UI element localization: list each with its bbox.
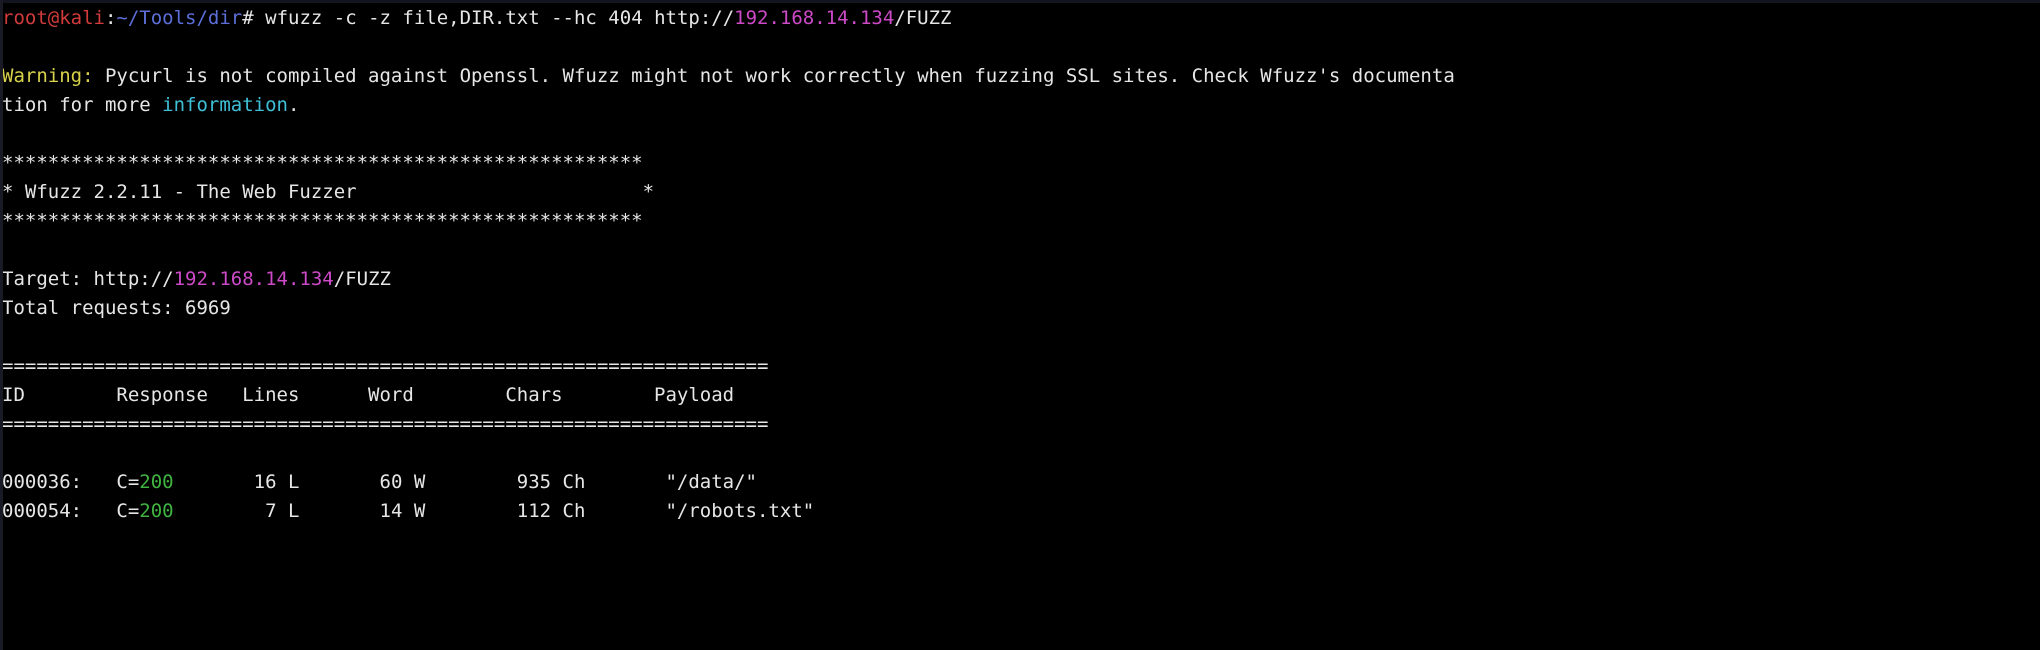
command-ip-address: 192.168.14.134 <box>734 7 895 29</box>
row-id-response-prefix: 000036: C= <box>2 471 140 493</box>
target-line: Target: http://192.168.14.134/FUZZ <box>2 265 2040 294</box>
row-response-code: 200 <box>139 471 174 493</box>
banner-rule-bottom: ****************************************… <box>2 210 643 232</box>
target-ip-address: 192.168.14.134 <box>173 268 334 290</box>
total-requests-label: Total requests: <box>2 297 186 319</box>
window-top-edge <box>0 0 2040 3</box>
command-text-pre-ip: wfuzz -c -z file,DIR.txt --hc 404 http:/… <box>265 7 735 29</box>
warning-label: Warning: <box>2 65 94 87</box>
row-metrics-payload: 16 L 60 W 935 Ch "/data/" <box>173 471 757 493</box>
prompt-user-host: root@kali <box>2 7 105 29</box>
target-label: Target: http:// <box>2 268 174 290</box>
table-rule-bottom: ========================================… <box>2 413 769 435</box>
row-metrics-payload: 7 L 14 W 112 Ch "/robots.txt" <box>173 500 815 522</box>
warning-information-link[interactable]: information <box>162 94 288 116</box>
window-left-edge <box>0 0 3 650</box>
warning-text-2: tion for more <box>2 94 163 116</box>
prompt-path: ~/Tools/dir <box>116 7 243 29</box>
total-requests-value: 6969 <box>185 297 231 319</box>
warning-text-3: . <box>288 94 300 116</box>
warning-line-2: tion for more information. <box>2 91 2040 120</box>
table-header-row: ID Response Lines Word Chars Payload <box>2 384 735 406</box>
prompt-separator: : <box>104 7 117 29</box>
target-path: /FUZZ <box>333 268 391 290</box>
command-prompt-line: root@kali:~/Tools/dir# wfuzz -c -z file,… <box>2 4 2040 33</box>
terminal-window[interactable]: root@kali:~/Tools/dir# wfuzz -c -z file,… <box>0 0 2040 650</box>
table-rule-top: ========================================… <box>2 355 769 377</box>
row-id-response-prefix: 000054: C= <box>2 500 140 522</box>
table-row[interactable]: 000036: C=200 16 L 60 W 935 Ch "/data/" <box>2 468 2040 497</box>
command-text-post-ip: /FUZZ <box>894 7 952 29</box>
banner-rule-top: ****************************************… <box>2 152 643 174</box>
prompt-symbol: # <box>242 7 266 29</box>
total-requests-line: Total requests: 6969 <box>2 294 2040 323</box>
warning-text-1: Pycurl is not compiled against Openssl. … <box>93 65 1455 87</box>
warning-line-1: Warning: Pycurl is not compiled against … <box>2 62 2040 91</box>
banner-title: * Wfuzz 2.2.11 - The Web Fuzzer * <box>2 181 655 203</box>
table-row[interactable]: 000054: C=200 7 L 14 W 112 Ch "/robots.t… <box>2 497 2040 526</box>
row-response-code: 200 <box>139 500 174 522</box>
